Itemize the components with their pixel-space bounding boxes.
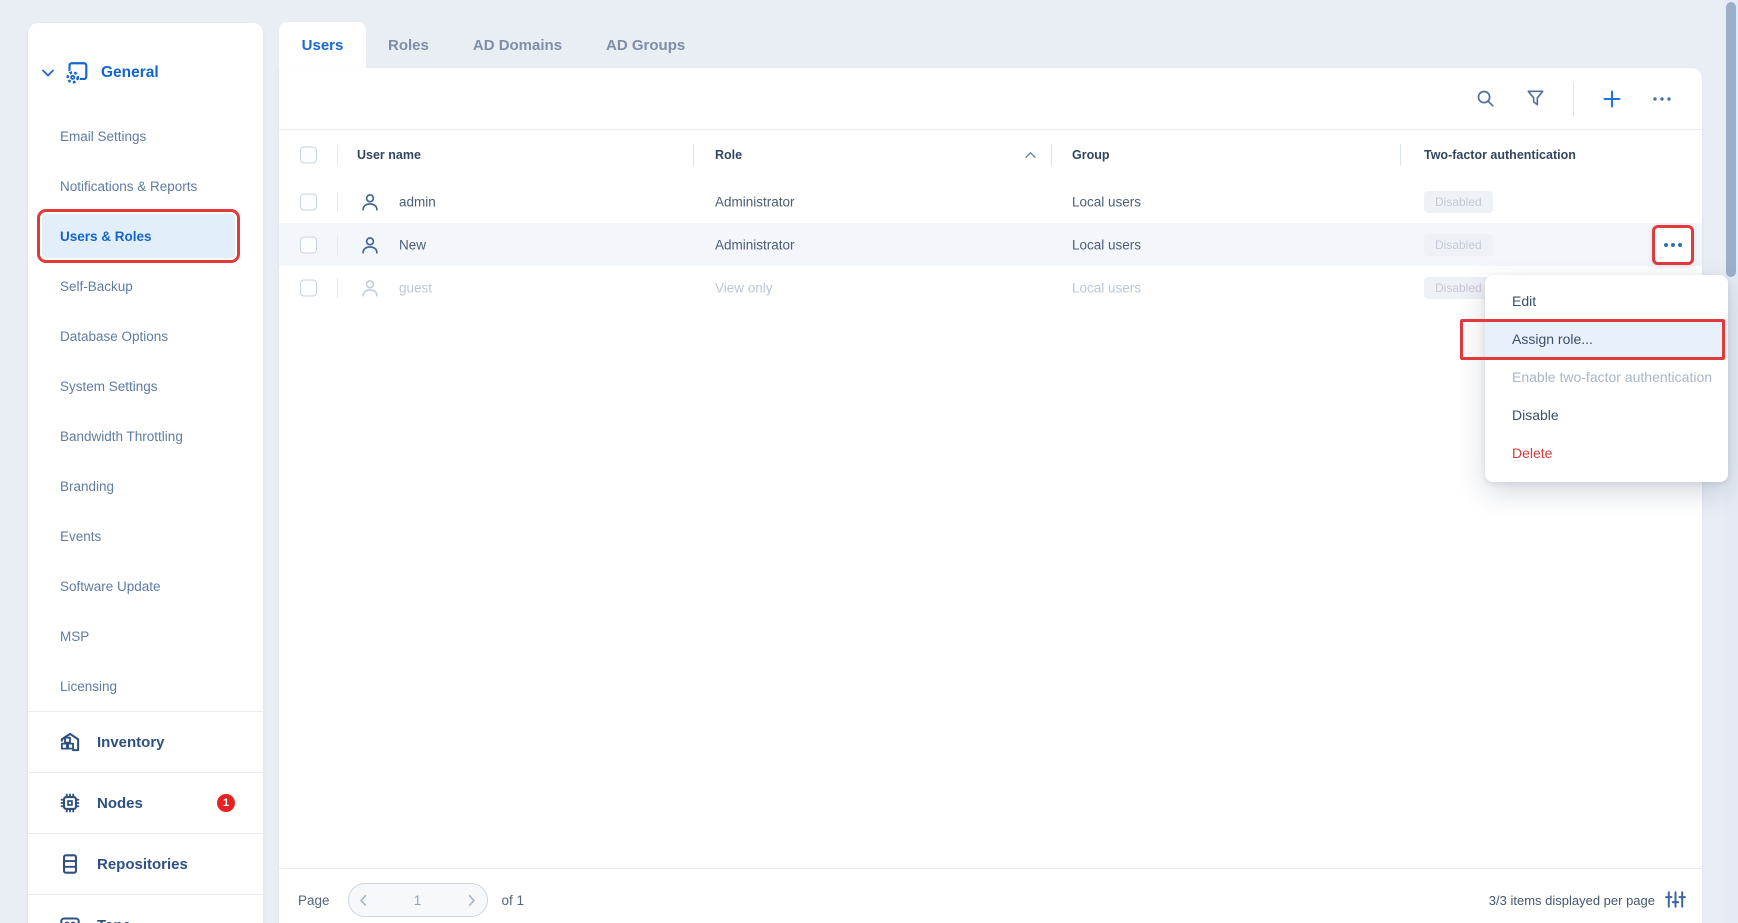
page-selector: 1	[348, 883, 488, 917]
tab-roles[interactable]: Roles	[366, 22, 451, 68]
sidebar-section-label: Nodes	[97, 795, 143, 812]
more-options-icon[interactable]	[1650, 87, 1674, 111]
sidebar-item-users-roles[interactable]: Users & Roles	[42, 214, 235, 258]
scrollbar-thumb[interactable]	[1726, 2, 1736, 277]
row-checkbox[interactable]	[300, 193, 317, 210]
tab-users[interactable]: Users	[279, 22, 366, 68]
sidebar-item-bandwidth-throttling[interactable]: Bandwidth Throttling	[28, 411, 263, 461]
cpu-icon	[57, 790, 83, 816]
sidebar-section-label: Tape	[97, 917, 131, 923]
next-page-button[interactable]	[457, 883, 487, 917]
page-of-label: of 1	[502, 893, 525, 908]
cell-group: Local users	[1072, 194, 1141, 209]
cell-role: View only	[715, 280, 773, 295]
sidebar: General Email Settings Notifications & R…	[28, 23, 263, 923]
row-actions-button[interactable]	[1652, 225, 1694, 265]
sort-asc-icon	[1024, 151, 1037, 159]
column-header-two-factor[interactable]: Two-factor authentication	[1424, 148, 1576, 162]
select-all-checkbox[interactable]	[300, 147, 317, 164]
divider	[693, 144, 694, 166]
menu-item-delete[interactable]: Delete	[1485, 434, 1728, 472]
cell-user-name: guest	[399, 280, 432, 295]
table-header: User name Role Group Two-factor authenti…	[279, 130, 1702, 180]
sidebar-sections: Inventory Nodes 1	[28, 711, 263, 923]
column-header-group[interactable]: Group	[1072, 148, 1110, 162]
sidebar-item-events[interactable]: Events	[28, 511, 263, 561]
sidebar-section-nodes[interactable]: Nodes 1	[28, 772, 263, 833]
cell-role: Administrator	[715, 194, 795, 209]
page-number-input[interactable]: 1	[379, 893, 457, 908]
table-row[interactable]: admin Administrator Local users Disabled	[279, 180, 1702, 223]
menu-item-edit[interactable]: Edit	[1485, 282, 1728, 320]
gear-window-icon	[63, 60, 89, 86]
main-panel: User name Role Group Two-factor authenti…	[279, 68, 1702, 923]
user-icon	[359, 191, 381, 213]
two-factor-status-badge: Disabled	[1424, 277, 1493, 299]
sidebar-item-software-update[interactable]: Software Update	[28, 561, 263, 611]
search-icon[interactable]	[1473, 87, 1497, 111]
cell-group: Local users	[1072, 237, 1141, 252]
sidebar-section-inventory[interactable]: Inventory	[28, 711, 263, 772]
sidebar-item-database-options[interactable]: Database Options	[28, 311, 263, 361]
sidebar-section-label: Repositories	[97, 856, 188, 873]
divider	[1051, 144, 1052, 166]
sidebar-section-tape[interactable]: Tape	[28, 894, 263, 923]
tab-bar: Users Roles AD Domains AD Groups	[279, 22, 707, 68]
sidebar-item-notifications-reports[interactable]: Notifications & Reports	[28, 161, 263, 211]
page-size-settings-icon[interactable]	[1664, 888, 1688, 912]
row-checkbox[interactable]	[300, 236, 317, 253]
app-root: General Email Settings Notifications & R…	[0, 0, 1738, 923]
menu-item-assign-role[interactable]: Assign role...	[1485, 320, 1728, 358]
warehouse-icon	[57, 729, 83, 755]
user-icon	[359, 277, 381, 299]
divider	[1400, 144, 1401, 166]
cell-user-name: admin	[399, 194, 436, 209]
storage-icon	[57, 851, 83, 877]
sidebar-group-label: General	[101, 64, 159, 82]
toolbar-divider	[1573, 82, 1574, 116]
sidebar-nav: Email Settings Notifications & Reports U…	[28, 111, 263, 711]
add-icon[interactable]	[1600, 87, 1624, 111]
divider	[337, 192, 338, 212]
table-footer: Page 1 of 1 3/3 items displayed per page	[279, 868, 1702, 923]
divider	[337, 235, 338, 255]
tab-ad-groups[interactable]: AD Groups	[584, 22, 707, 68]
page-label: Page	[298, 893, 330, 908]
menu-item-enable-two-factor: Enable two-factor authentication	[1485, 358, 1728, 396]
two-factor-status-badge: Disabled	[1424, 234, 1493, 256]
divider	[337, 278, 338, 298]
sidebar-group-general[interactable]: General	[28, 51, 263, 95]
row-context-menu: Edit Assign role... Enable two-factor au…	[1485, 275, 1728, 482]
previous-page-button[interactable]	[349, 883, 379, 917]
tab-ad-domains[interactable]: AD Domains	[451, 22, 584, 68]
table-row[interactable]: New Administrator Local users Disabled	[279, 223, 1702, 266]
user-icon	[359, 234, 381, 256]
sidebar-item-self-backup[interactable]: Self-Backup	[28, 261, 263, 311]
divider	[337, 145, 338, 165]
column-header-role[interactable]: Role	[715, 148, 742, 162]
chevron-down-icon[interactable]	[40, 65, 56, 81]
table-toolbar	[279, 68, 1702, 130]
sidebar-item-msp[interactable]: MSP	[28, 611, 263, 661]
sidebar-section-repositories[interactable]: Repositories	[28, 833, 263, 894]
two-factor-status-badge: Disabled	[1424, 191, 1493, 213]
nodes-count-badge: 1	[217, 794, 235, 812]
tape-icon	[57, 912, 83, 923]
filter-icon[interactable]	[1523, 87, 1547, 111]
sidebar-item-licensing[interactable]: Licensing	[28, 661, 263, 711]
sidebar-item-system-settings[interactable]: System Settings	[28, 361, 263, 411]
sidebar-item-branding[interactable]: Branding	[28, 461, 263, 511]
items-per-page-summary: 3/3 items displayed per page	[1489, 893, 1655, 908]
column-header-user-name[interactable]: User name	[357, 148, 421, 162]
menu-item-disable[interactable]: Disable	[1485, 396, 1728, 434]
cell-group: Local users	[1072, 280, 1141, 295]
row-checkbox[interactable]	[300, 279, 317, 296]
sidebar-item-email-settings[interactable]: Email Settings	[28, 111, 263, 161]
cell-user-name: New	[399, 237, 426, 252]
sidebar-section-label: Inventory	[97, 734, 165, 751]
cell-role: Administrator	[715, 237, 795, 252]
